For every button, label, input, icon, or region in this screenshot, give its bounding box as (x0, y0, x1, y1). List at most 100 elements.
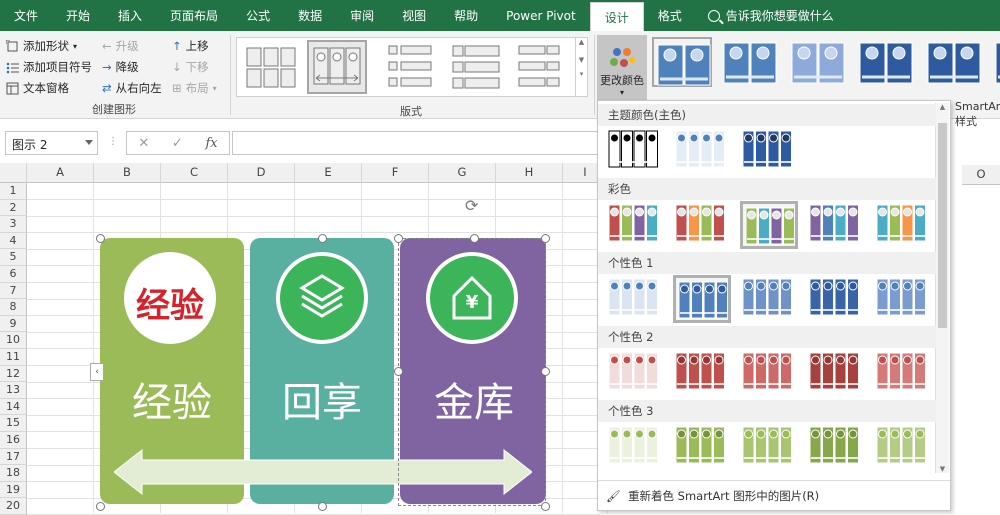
resize-handle[interactable] (541, 367, 550, 376)
text-pane-toggle-icon[interactable]: ‹ (90, 363, 104, 381)
column-header-d[interactable]: D (228, 163, 295, 183)
select-all-corner[interactable] (0, 163, 27, 183)
add-bullet-button[interactable]: 添加项目符号 (6, 59, 92, 75)
formula-input[interactable] (232, 131, 602, 155)
column-header-b[interactable]: B (94, 163, 161, 183)
color-option-1-2[interactable] (673, 201, 731, 249)
smartart-style-5[interactable] (924, 37, 984, 87)
layout-thumb-4[interactable] (445, 40, 505, 94)
add-shape-button[interactable]: 添加形状 ▾ (6, 38, 77, 54)
tab-9[interactable]: Power Pivot (492, 0, 590, 31)
name-box[interactable]: 图示 2 (5, 131, 98, 155)
panel-1-text[interactable]: 经验 (102, 370, 242, 428)
layout-button[interactable]: ⊞ 布局 ▾ (172, 80, 217, 96)
promote-button[interactable]: ← 升级 (102, 38, 139, 54)
row-header-14[interactable]: 14 (0, 398, 27, 416)
color-option-3-4[interactable] (807, 349, 865, 397)
row-header-1[interactable]: 1 (0, 183, 27, 200)
tab-7[interactable]: 视图 (388, 0, 440, 31)
smartart-style-3[interactable] (788, 37, 848, 87)
resize-handle[interactable] (96, 234, 105, 243)
layout-thumb-2-selected[interactable] (307, 40, 367, 94)
column-header-c[interactable]: C (161, 163, 228, 183)
resize-handle[interactable] (394, 367, 403, 376)
color-option-1-1[interactable] (606, 201, 664, 249)
column-header-a[interactable]: A (27, 163, 94, 183)
layout-gallery-scroll[interactable]: ▲ ▼ ▾ (575, 38, 587, 96)
color-option-3-1[interactable] (606, 349, 664, 397)
color-option-0-3[interactable] (740, 127, 798, 175)
row-header-2[interactable]: 2 (0, 199, 27, 217)
row-header-16[interactable]: 16 (0, 432, 27, 449)
color-option-0-1[interactable] (606, 127, 664, 175)
column-header-g[interactable]: G (429, 163, 496, 183)
color-option-4-5[interactable] (874, 423, 932, 471)
color-option-3-5[interactable] (874, 349, 932, 397)
color-option-1-3[interactable] (740, 201, 798, 249)
tab-8[interactable]: 帮助 (440, 0, 492, 31)
row-header-10[interactable]: 10 (0, 332, 27, 349)
row-header-11[interactable]: 11 (0, 349, 27, 366)
color-option-2-5[interactable] (874, 275, 932, 323)
color-option-4-3[interactable] (740, 423, 798, 471)
tab-11[interactable]: 格式 (644, 0, 696, 31)
smartart-style-4[interactable] (856, 37, 916, 87)
color-option-4-1[interactable] (606, 423, 664, 471)
layout-thumb-1[interactable] (241, 40, 301, 94)
color-option-2-3[interactable] (740, 275, 798, 323)
recolor-pictures-option[interactable]: 🖌 重新着色 SmartArt 图形中的图片(R) (598, 480, 950, 510)
move-down-button[interactable]: ↓ 下移 (172, 59, 209, 75)
tab-5[interactable]: 数据 (284, 0, 336, 31)
row-header-3[interactable]: 3 (0, 216, 27, 233)
confirm-icon[interactable]: ✓ (172, 136, 183, 151)
panel-2-text[interactable]: 回享 (252, 370, 392, 428)
tab-6[interactable]: 审阅 (336, 0, 388, 31)
color-option-3-3[interactable] (740, 349, 798, 397)
text-pane-button[interactable]: 文本窗格 (6, 80, 69, 96)
smartart-graphic[interactable]: 经验 经验 回享 ¥ 金库 (100, 238, 546, 506)
resize-handle[interactable] (541, 502, 550, 511)
change-colors-button[interactable]: 更改颜色 ▾ (597, 35, 647, 101)
color-option-2-1[interactable] (606, 275, 664, 323)
resize-handle[interactable] (96, 502, 105, 511)
tell-me-search[interactable]: 告诉我你想要做什么 (696, 0, 834, 31)
right-to-left-button[interactable]: ⇄ 从右向左 (102, 80, 162, 96)
row-header-15[interactable]: 15 (0, 415, 27, 432)
column-header-o[interactable]: O (962, 165, 1000, 185)
tab-1[interactable]: 开始 (52, 0, 104, 31)
color-option-4-2[interactable] (673, 423, 731, 471)
resize-handle[interactable] (318, 234, 327, 243)
smartart-style-2[interactable] (720, 37, 780, 87)
row-header-13[interactable]: 13 (0, 382, 27, 399)
resize-handle[interactable] (394, 234, 403, 243)
row-header-20[interactable]: 20 (0, 498, 27, 515)
layout-thumb-3[interactable] (379, 40, 439, 94)
row-header-7[interactable]: 7 (0, 282, 27, 300)
tab-2[interactable]: 插入 (104, 0, 156, 31)
scroll-thumb[interactable] (938, 123, 947, 328)
row-header-19[interactable]: 19 (0, 481, 27, 499)
color-option-1-4[interactable] (807, 201, 865, 249)
column-header-h[interactable]: H (496, 163, 563, 183)
row-header-8[interactable]: 8 (0, 299, 27, 316)
color-option-1-5[interactable] (874, 201, 932, 249)
resize-handle[interactable] (470, 234, 479, 243)
row-header-17[interactable]: 17 (0, 448, 27, 466)
menu-scrollbar[interactable]: ▲ ▼ (935, 103, 949, 473)
color-option-2-2[interactable] (673, 275, 731, 323)
row-header-12[interactable]: 12 (0, 365, 27, 383)
color-option-3-2[interactable] (673, 349, 731, 397)
layout-thumb-5[interactable] (511, 40, 571, 94)
column-header-f[interactable]: F (362, 163, 429, 183)
cancel-icon[interactable]: ✕ (138, 136, 149, 151)
row-header-5[interactable]: 5 (0, 249, 27, 266)
color-option-2-4[interactable] (807, 275, 865, 323)
row-header-6[interactable]: 6 (0, 266, 27, 283)
smartart-style-1[interactable] (652, 37, 712, 87)
tab-0[interactable]: 文件 (0, 0, 52, 31)
color-option-0-2[interactable] (673, 127, 731, 175)
tab-3[interactable]: 页面布局 (156, 0, 232, 31)
demote-button[interactable]: → 降级 (102, 59, 139, 75)
color-option-4-4[interactable] (807, 423, 865, 471)
rotate-icon[interactable]: ⟳ (465, 196, 478, 215)
